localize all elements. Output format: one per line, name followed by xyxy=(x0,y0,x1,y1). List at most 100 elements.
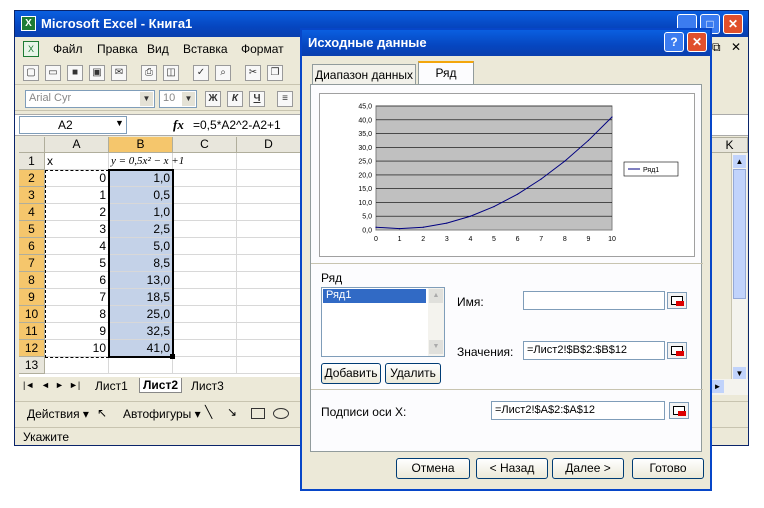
preview-icon[interactable]: ◫ xyxy=(163,65,179,81)
close-icon[interactable]: ✕ xyxy=(723,14,743,34)
tab-series[interactable]: Ряд xyxy=(418,61,474,85)
row-header[interactable]: 7 xyxy=(19,255,45,272)
column-header-a[interactable]: A xyxy=(45,137,109,153)
open-icon[interactable]: ▭ xyxy=(45,65,61,81)
cell-d7[interactable] xyxy=(237,255,301,272)
cell-d9[interactable] xyxy=(237,289,301,306)
underline-button[interactable]: Ч xyxy=(249,91,265,107)
scroll-down-icon[interactable]: ▼ xyxy=(429,340,443,354)
dialog-close-icon[interactable]: ✕ xyxy=(687,32,707,52)
cell-c12[interactable] xyxy=(173,340,237,357)
cell-a13[interactable] xyxy=(45,357,109,374)
series-listbox[interactable]: Ряд1 ▲ ▼ xyxy=(321,287,445,357)
tab-data-range[interactable]: Диапазон данных xyxy=(312,64,416,86)
menu-view[interactable]: Вид xyxy=(147,42,169,56)
next-button[interactable]: Далее > xyxy=(552,458,624,479)
research-icon[interactable]: ⌕ xyxy=(215,65,231,81)
new-icon[interactable]: ▢ xyxy=(23,65,39,81)
cell-c9[interactable] xyxy=(173,289,237,306)
back-button[interactable]: < Назад xyxy=(476,458,548,479)
autoshapes-menu[interactable]: Автофигуры ▾ xyxy=(123,407,201,421)
row-header[interactable]: 1 xyxy=(19,153,45,170)
row-header[interactable]: 13 xyxy=(19,357,45,374)
oval-icon[interactable] xyxy=(273,408,289,419)
cell-d2[interactable] xyxy=(237,170,301,187)
cell-c3[interactable] xyxy=(173,187,237,204)
insert-function-icon[interactable]: fx xyxy=(173,117,184,133)
spelling-icon[interactable]: ✓ xyxy=(193,65,209,81)
scroll-up-icon[interactable]: ▲ xyxy=(429,289,443,303)
remove-series-button[interactable]: Удалить xyxy=(385,363,441,384)
cell-c11[interactable] xyxy=(173,323,237,340)
sheet-tab-3[interactable]: Лист3 xyxy=(191,379,224,393)
fill-handle[interactable] xyxy=(170,354,175,359)
cell-c13[interactable] xyxy=(173,357,237,374)
cell-b1[interactable]: y = 0,5x² − x +1 xyxy=(109,153,184,170)
column-header-k[interactable]: K xyxy=(711,137,748,153)
cell-c7[interactable] xyxy=(173,255,237,272)
chevron-down-icon[interactable]: ▼ xyxy=(115,118,124,128)
name-field[interactable] xyxy=(523,291,665,310)
italic-button[interactable]: К xyxy=(227,91,243,107)
sheet-tab-1[interactable]: Лист1 xyxy=(95,379,128,393)
rectangle-icon[interactable] xyxy=(251,408,265,419)
finish-button[interactable]: Готово xyxy=(632,458,704,479)
cell-c8[interactable] xyxy=(173,272,237,289)
cell-c10[interactable] xyxy=(173,306,237,323)
cell-d13[interactable] xyxy=(237,357,301,374)
row-header[interactable]: 6 xyxy=(19,238,45,255)
column-header-b[interactable]: B xyxy=(109,137,173,153)
row-header[interactable]: 2 xyxy=(19,170,45,187)
range-select-icon[interactable] xyxy=(667,292,687,309)
font-size-select[interactable]: 10 ▼ xyxy=(159,90,197,108)
cell-c6[interactable] xyxy=(173,238,237,255)
workbook-icon[interactable]: X xyxy=(23,41,39,57)
save-icon[interactable]: ■ xyxy=(67,65,83,81)
print-icon[interactable]: ⎙ xyxy=(141,65,157,81)
row-header[interactable]: 4 xyxy=(19,204,45,221)
range-select-icon[interactable] xyxy=(669,402,689,419)
cell-a1[interactable]: x xyxy=(45,153,109,170)
email-icon[interactable]: ✉ xyxy=(111,65,127,81)
column-header-c[interactable]: C xyxy=(173,137,237,153)
cell-d3[interactable] xyxy=(237,187,301,204)
cell-d5[interactable] xyxy=(237,221,301,238)
close-doc-icon[interactable]: ✕ xyxy=(731,40,741,54)
cell-c2[interactable] xyxy=(173,170,237,187)
row-header[interactable]: 12 xyxy=(19,340,45,357)
row-header[interactable]: 11 xyxy=(19,323,45,340)
align-left-icon[interactable]: ≡ xyxy=(277,91,293,107)
row-header[interactable]: 8 xyxy=(19,272,45,289)
vertical-scrollbar[interactable]: ▲ ▼ xyxy=(731,153,747,383)
row-header[interactable]: 3 xyxy=(19,187,45,204)
cell-c1[interactable] xyxy=(173,153,237,170)
menu-format[interactable]: Формат xyxy=(241,42,284,56)
scroll-up-icon[interactable]: ▲ xyxy=(733,155,746,168)
next-sheet-icon[interactable]: ► xyxy=(55,380,64,390)
first-sheet-icon[interactable]: |◄ xyxy=(23,380,34,390)
cell-d12[interactable] xyxy=(237,340,301,357)
cell-c4[interactable] xyxy=(173,204,237,221)
menu-edit[interactable]: Правка xyxy=(97,42,138,56)
horizontal-scrollbar[interactable]: ► xyxy=(711,379,748,395)
name-box[interactable]: A2 xyxy=(19,116,127,134)
worksheet-grid[interactable]: ABCD1xy = 0,5x² − x +1 2 0 1,0 3 1 0,5 4 2 1,0 5 3 2… xyxy=(19,137,309,377)
font-name-select[interactable]: Arial Cyr ▼ xyxy=(25,90,155,108)
copy-icon[interactable]: ❐ xyxy=(267,65,283,81)
add-series-button[interactable]: Добавить xyxy=(321,363,381,384)
menu-insert[interactable]: Вставка xyxy=(183,42,228,56)
cell-d8[interactable] xyxy=(237,272,301,289)
values-field[interactable]: =Лист2!$B$2:$B$12 xyxy=(523,341,665,360)
range-select-icon[interactable] xyxy=(667,342,687,359)
last-sheet-icon[interactable]: ►| xyxy=(69,380,80,390)
cell-d1[interactable] xyxy=(237,153,301,170)
select-objects-icon[interactable]: ↖ xyxy=(97,406,107,420)
scroll-thumb[interactable] xyxy=(733,169,746,299)
row-header[interactable]: 5 xyxy=(19,221,45,238)
formula-input[interactable]: =0,5*A2^2-A2+1 xyxy=(193,118,281,132)
cell-b13[interactable] xyxy=(109,357,173,374)
x-labels-field[interactable]: =Лист2!$A$2:$A$12 xyxy=(491,401,665,420)
select-all-corner[interactable] xyxy=(19,137,45,153)
draw-actions-menu[interactable]: Действия ▾ xyxy=(27,407,89,421)
bold-button[interactable]: Ж xyxy=(205,91,221,107)
